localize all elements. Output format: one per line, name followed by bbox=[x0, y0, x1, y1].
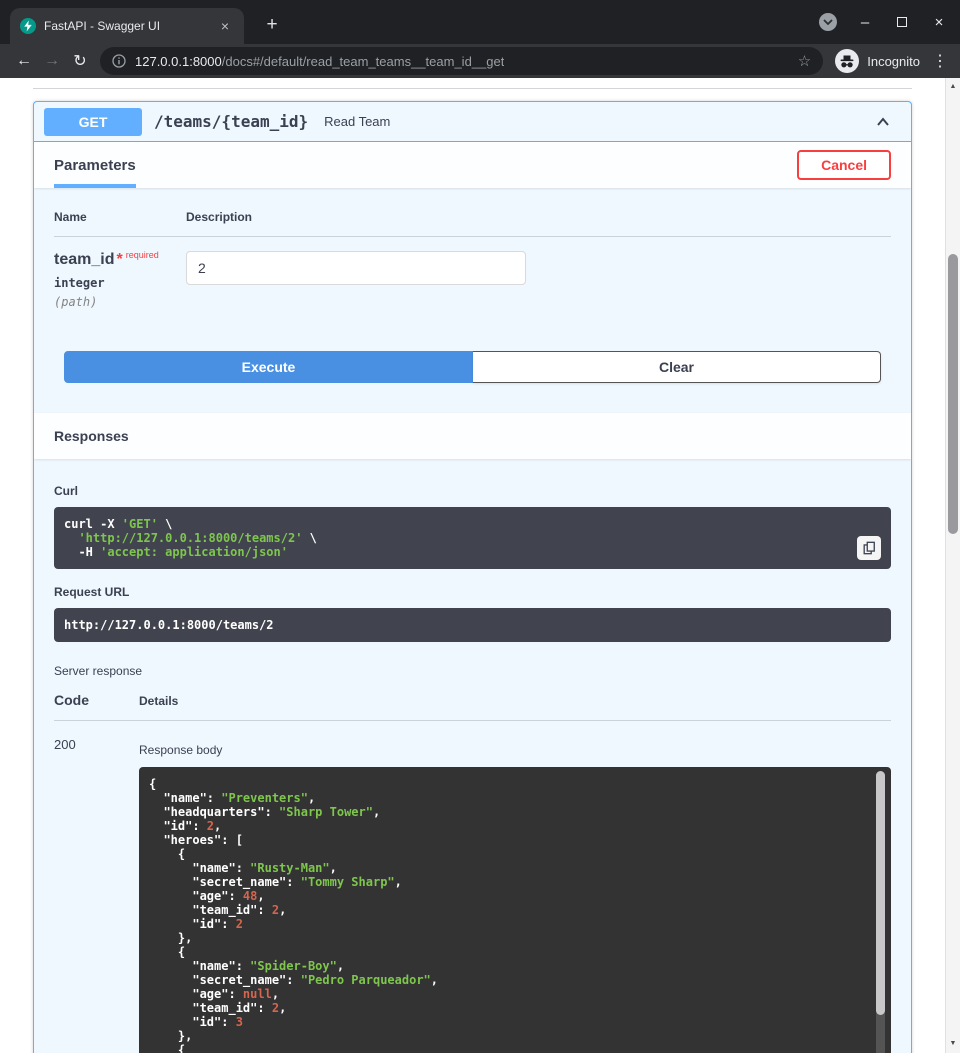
curl-block: curl -X 'GET' \ 'http://127.0.0.1:8000/t… bbox=[54, 507, 891, 569]
window-controls: – × bbox=[819, 0, 948, 44]
browser-navbar: ← → ↻ 127.0.0.1:8000/docs#/default/read_… bbox=[0, 44, 960, 78]
url-path: /docs#/default/read_team_teams__team_id_… bbox=[222, 54, 505, 69]
parameters-table-header: Name Description bbox=[34, 188, 911, 236]
page-scrollbar-thumb[interactable] bbox=[948, 254, 958, 534]
parameter-name: team_id bbox=[54, 251, 114, 268]
reload-icon[interactable]: ↻ bbox=[66, 51, 94, 71]
parameter-type: integer bbox=[54, 276, 186, 290]
request-url-label: Request URL bbox=[54, 585, 891, 599]
incognito-badge: Incognito bbox=[835, 49, 920, 73]
clear-button[interactable]: Clear bbox=[473, 351, 881, 383]
incognito-icon bbox=[835, 49, 859, 73]
scrollbar-down-arrow-icon[interactable]: ▼ bbox=[946, 1037, 960, 1051]
response-body-scrollbar-thumb[interactable] bbox=[876, 771, 885, 1015]
code-column-header: Code bbox=[54, 692, 139, 708]
method-badge: GET bbox=[44, 108, 142, 136]
close-window-button[interactable]: × bbox=[930, 14, 948, 31]
tab-parameters[interactable]: Parameters bbox=[54, 142, 136, 188]
maximize-icon bbox=[897, 17, 907, 27]
required-star: * bbox=[116, 251, 122, 268]
execute-button[interactable]: Execute bbox=[64, 351, 473, 383]
request-url-value: http://127.0.0.1:8000/teams/2 bbox=[64, 618, 881, 632]
copy-to-clipboard-button[interactable] bbox=[857, 536, 881, 560]
bookmark-star-icon[interactable]: ☆ bbox=[790, 52, 811, 70]
response-status-code: 200 bbox=[54, 737, 139, 1053]
server-response-label: Server response bbox=[54, 664, 891, 678]
page-scrollbar[interactable]: ▲ ▼ bbox=[945, 78, 960, 1053]
column-name-header: Name bbox=[54, 210, 186, 224]
browser-menu-icon[interactable]: ⋮ bbox=[930, 51, 950, 71]
curl-label: Curl bbox=[54, 484, 891, 498]
request-url-block: http://127.0.0.1:8000/teams/2 bbox=[54, 608, 891, 642]
execute-row: Execute Clear bbox=[64, 351, 881, 383]
details-column-header: Details bbox=[139, 694, 891, 708]
response-body-block: { "name": "Preventers", "headquarters": … bbox=[139, 767, 891, 1053]
collapse-chevron-icon[interactable] bbox=[873, 112, 893, 132]
team-id-input[interactable] bbox=[186, 251, 526, 285]
scrollbar-up-arrow-icon[interactable]: ▲ bbox=[946, 80, 960, 94]
responses-content: Curl curl -X 'GET' \ 'http://127.0.0.1:8… bbox=[34, 459, 911, 1053]
opblock-get-teams: GET /teams/{team_id} Read Team Parameter… bbox=[33, 101, 912, 1053]
opblock-summary[interactable]: GET /teams/{team_id} Read Team bbox=[34, 102, 911, 142]
response-details-cell: Response body { "name": "Preventers", "h… bbox=[139, 737, 891, 1053]
tab-title: FastAPI - Swagger UI bbox=[44, 19, 208, 33]
column-description-header: Description bbox=[186, 210, 891, 224]
required-label: required bbox=[126, 250, 159, 260]
browser-titlebar: FastAPI - Swagger UI × + – × bbox=[0, 0, 960, 44]
responses-header-band: Responses bbox=[34, 413, 911, 459]
parameter-row: team_id* required integer (path) bbox=[34, 237, 911, 309]
parameter-name-cell: team_id* required integer (path) bbox=[54, 251, 186, 309]
response-body-code: { "name": "Preventers", "headquarters": … bbox=[149, 777, 867, 1053]
back-icon[interactable]: ← bbox=[10, 52, 38, 70]
swagger-page: GET /teams/{team_id} Read Team Parameter… bbox=[0, 78, 960, 1053]
url-text: 127.0.0.1:8000/docs#/default/read_team_t… bbox=[135, 54, 504, 69]
parameter-location: (path) bbox=[54, 295, 186, 309]
response-table-header: Code Details bbox=[54, 692, 891, 721]
response-row: 200 Response body { "name": "Preventers"… bbox=[54, 721, 891, 1053]
fastapi-favicon-icon bbox=[20, 18, 36, 34]
opblock-summary-text: Read Team bbox=[324, 114, 390, 129]
parameter-value-cell bbox=[186, 251, 891, 309]
parameters-header-band: Parameters Cancel bbox=[34, 142, 911, 188]
forward-icon[interactable]: → bbox=[38, 52, 66, 70]
tab-search-icon[interactable] bbox=[819, 13, 837, 31]
url-host: 127.0.0.1:8000 bbox=[135, 54, 222, 69]
cancel-button[interactable]: Cancel bbox=[797, 150, 891, 180]
minimize-button[interactable]: – bbox=[856, 14, 874, 31]
browser-tab[interactable]: FastAPI - Swagger UI × bbox=[10, 8, 244, 44]
tab-close-icon[interactable]: × bbox=[216, 18, 234, 34]
new-tab-button[interactable]: + bbox=[260, 14, 284, 36]
page-info-icon[interactable] bbox=[112, 54, 126, 68]
url-bar[interactable]: 127.0.0.1:8000/docs#/default/read_team_t… bbox=[100, 47, 823, 75]
response-body-scrollbar[interactable] bbox=[876, 771, 885, 1053]
response-body-label: Response body bbox=[139, 743, 891, 757]
opblock-path: /teams/{team_id} bbox=[154, 112, 308, 131]
responses-title: Responses bbox=[54, 428, 129, 444]
incognito-label: Incognito bbox=[867, 54, 920, 69]
section-divider bbox=[33, 88, 912, 89]
maximize-button[interactable] bbox=[893, 14, 911, 31]
curl-code: curl -X 'GET' \ 'http://127.0.0.1:8000/t… bbox=[64, 517, 881, 559]
